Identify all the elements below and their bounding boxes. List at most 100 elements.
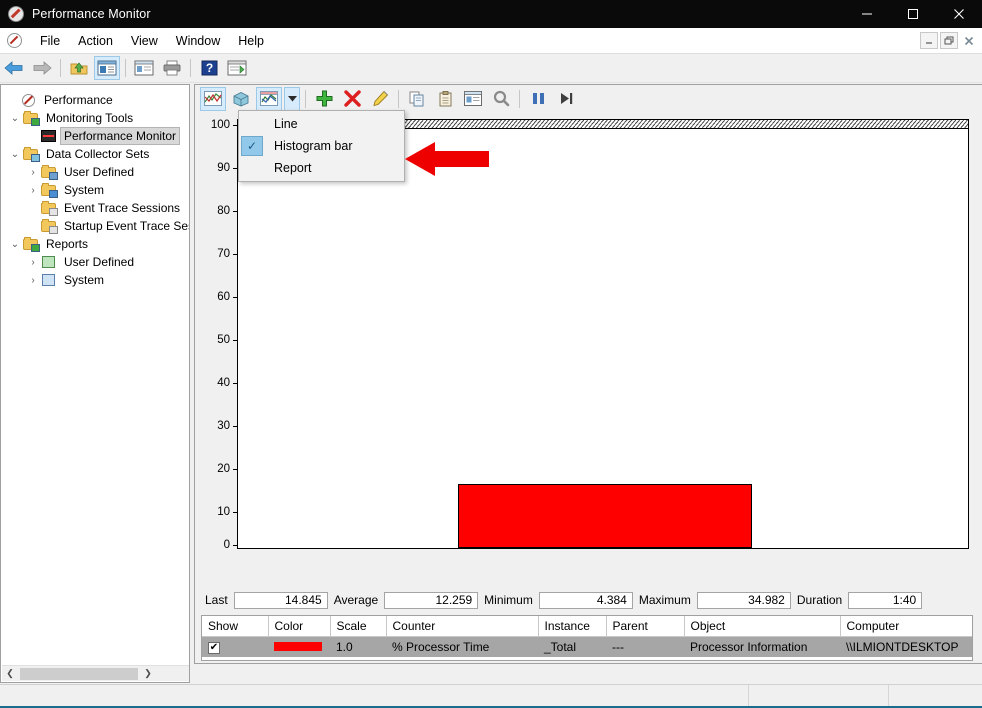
legend-col-show[interactable]: Show bbox=[202, 616, 269, 637]
menu-item-action[interactable]: Action bbox=[69, 31, 122, 51]
chevron-right-icon[interactable]: › bbox=[25, 272, 41, 288]
tree-item-user-defined-reports[interactable]: › User Defined bbox=[1, 253, 189, 271]
properties-button[interactable] bbox=[131, 56, 157, 80]
stat-value-maximum: 34.982 bbox=[696, 591, 791, 609]
y-tick: 70 bbox=[217, 248, 237, 260]
status-message bbox=[0, 685, 748, 708]
perfmon-icon bbox=[8, 6, 24, 22]
title-bar: Performance Monitor bbox=[0, 0, 982, 28]
menu-item-help[interactable]: Help bbox=[229, 31, 273, 51]
legend-col-instance[interactable]: Instance bbox=[538, 616, 607, 637]
checkmark-icon: ✓ bbox=[241, 136, 263, 156]
paste-counter-list-button[interactable] bbox=[432, 87, 458, 111]
tree-item-user-defined-dcs[interactable]: › User Defined bbox=[1, 163, 189, 181]
chart-frame: 100 90 80 70 60 50 40 30 20 10 0 bbox=[199, 115, 975, 617]
chevron-down-icon[interactable]: ⌄ bbox=[7, 146, 23, 162]
tree-label: User Defined bbox=[64, 255, 135, 269]
legend-col-computer[interactable]: Computer bbox=[840, 616, 972, 637]
view-current-activity-button[interactable] bbox=[228, 87, 254, 111]
print-button[interactable] bbox=[159, 56, 185, 80]
toolbar-separator bbox=[519, 89, 520, 108]
chevron-right-icon[interactable]: › bbox=[25, 164, 41, 180]
copy-properties-button[interactable] bbox=[404, 87, 430, 111]
minimize-button[interactable] bbox=[844, 0, 890, 28]
view-graph-button[interactable] bbox=[200, 86, 226, 111]
tree-item-monitoring-tools[interactable]: ⌄ Monitoring Tools bbox=[1, 109, 189, 127]
legend-col-parent[interactable]: Parent bbox=[606, 616, 685, 637]
menu-option-line[interactable]: Line bbox=[239, 113, 404, 135]
mdi-window-controls bbox=[918, 32, 978, 49]
mdi-restore-icon[interactable] bbox=[940, 32, 958, 49]
tree-item-performance[interactable]: › Performance bbox=[1, 91, 189, 109]
help-button[interactable]: ? bbox=[196, 56, 222, 80]
zoom-button[interactable] bbox=[488, 87, 514, 111]
table-row[interactable]: ✔ 1.0 % Processor Time _Total --- Proces… bbox=[202, 636, 972, 657]
legend-cell-object: Processor Information bbox=[684, 636, 840, 657]
menu-option-label: Line bbox=[274, 117, 298, 131]
add-counter-button[interactable] bbox=[311, 87, 337, 111]
chevron-right-icon[interactable]: › bbox=[25, 182, 41, 198]
check-placeholder bbox=[241, 158, 263, 178]
chevron-left-icon[interactable]: ❮ bbox=[2, 666, 18, 682]
update-data-button[interactable] bbox=[553, 87, 579, 111]
legend-cell-show[interactable]: ✔ bbox=[202, 636, 268, 657]
tree-label: Startup Event Trace Sess bbox=[64, 219, 190, 233]
stat-label-duration: Duration bbox=[796, 593, 843, 607]
mdi-close-icon[interactable] bbox=[960, 32, 978, 49]
highlight-button[interactable] bbox=[367, 87, 393, 111]
folder-trace-icon bbox=[41, 201, 58, 216]
status-pane-1 bbox=[748, 685, 888, 708]
y-tick: 50 bbox=[217, 334, 237, 346]
close-button[interactable] bbox=[936, 0, 982, 28]
mdi-minimize-icon[interactable] bbox=[920, 32, 938, 49]
perfmon-chart-icon bbox=[41, 129, 57, 143]
console-tree-pane: › Performance ⌄ Monitoring Tools Perform bbox=[0, 84, 190, 683]
tree-item-startup-event-trace-sessions[interactable]: Startup Event Trace Sess bbox=[1, 217, 189, 235]
change-graph-type-button[interactable] bbox=[256, 86, 282, 111]
counter-legend-table[interactable]: Show Color Scale Counter Instance Parent… bbox=[201, 615, 973, 661]
chart-toolbar bbox=[195, 85, 981, 112]
chart-plot-area[interactable] bbox=[237, 119, 969, 549]
legend-cell-color bbox=[268, 636, 330, 657]
legend-col-counter[interactable]: Counter bbox=[386, 616, 539, 637]
legend-header-row: Show Color Scale Counter Instance Parent… bbox=[202, 616, 972, 637]
stat-value-minimum: 4.384 bbox=[538, 591, 633, 609]
menu-option-histogram-bar[interactable]: ✓ Histogram bar bbox=[239, 135, 404, 157]
folder-trace-icon bbox=[41, 219, 58, 234]
properties-window-button[interactable] bbox=[460, 87, 486, 111]
sidebar-horizontal-scrollbar[interactable]: ❮ ❯ bbox=[2, 665, 189, 682]
chevron-right-icon[interactable]: › bbox=[25, 254, 41, 270]
tree-item-event-trace-sessions[interactable]: Event Trace Sessions bbox=[1, 199, 189, 217]
tree-item-system-dcs[interactable]: › System bbox=[1, 181, 189, 199]
tree-item-data-collector-sets[interactable]: ⌄ Data Collector Sets bbox=[1, 145, 189, 163]
legend-col-color[interactable]: Color bbox=[268, 616, 331, 637]
tree-item-reports[interactable]: ⌄ Reports bbox=[1, 235, 189, 253]
stat-value-duration: 1:40 bbox=[848, 591, 923, 609]
forward-button[interactable] bbox=[29, 56, 55, 80]
legend-cell-computer: \\ILMIONTDESKTOP bbox=[840, 636, 972, 657]
maximize-button[interactable] bbox=[890, 0, 936, 28]
menu-item-file[interactable]: File bbox=[31, 31, 69, 51]
window-title: Performance Monitor bbox=[32, 7, 151, 21]
show-hide-console-tree-button[interactable] bbox=[94, 56, 120, 80]
tree-item-system-reports[interactable]: › System bbox=[1, 271, 189, 289]
freeze-display-button[interactable] bbox=[525, 87, 551, 111]
menu-app-icon bbox=[7, 33, 22, 48]
chevron-down-icon[interactable]: ⌄ bbox=[7, 236, 23, 252]
delete-counter-button[interactable] bbox=[339, 87, 365, 111]
chevron-down-icon[interactable]: ⌄ bbox=[7, 110, 23, 126]
stat-label-maximum: Maximum bbox=[638, 593, 691, 607]
scrollbar-thumb[interactable] bbox=[20, 667, 138, 680]
menu-option-report[interactable]: Report bbox=[239, 157, 404, 179]
export-list-button[interactable] bbox=[224, 56, 250, 80]
menu-item-window[interactable]: Window bbox=[167, 31, 229, 51]
back-button[interactable] bbox=[1, 56, 27, 80]
menu-item-view[interactable]: View bbox=[122, 31, 167, 51]
up-folder-button[interactable] bbox=[66, 56, 92, 80]
change-graph-type-dropdown[interactable] bbox=[284, 86, 300, 111]
show-checkbox[interactable]: ✔ bbox=[208, 642, 220, 655]
legend-col-object[interactable]: Object bbox=[684, 616, 841, 637]
tree-item-performance-monitor[interactable]: Performance Monitor bbox=[1, 127, 189, 145]
chevron-right-icon[interactable]: ❯ bbox=[140, 666, 156, 682]
legend-col-scale[interactable]: Scale bbox=[330, 616, 387, 637]
